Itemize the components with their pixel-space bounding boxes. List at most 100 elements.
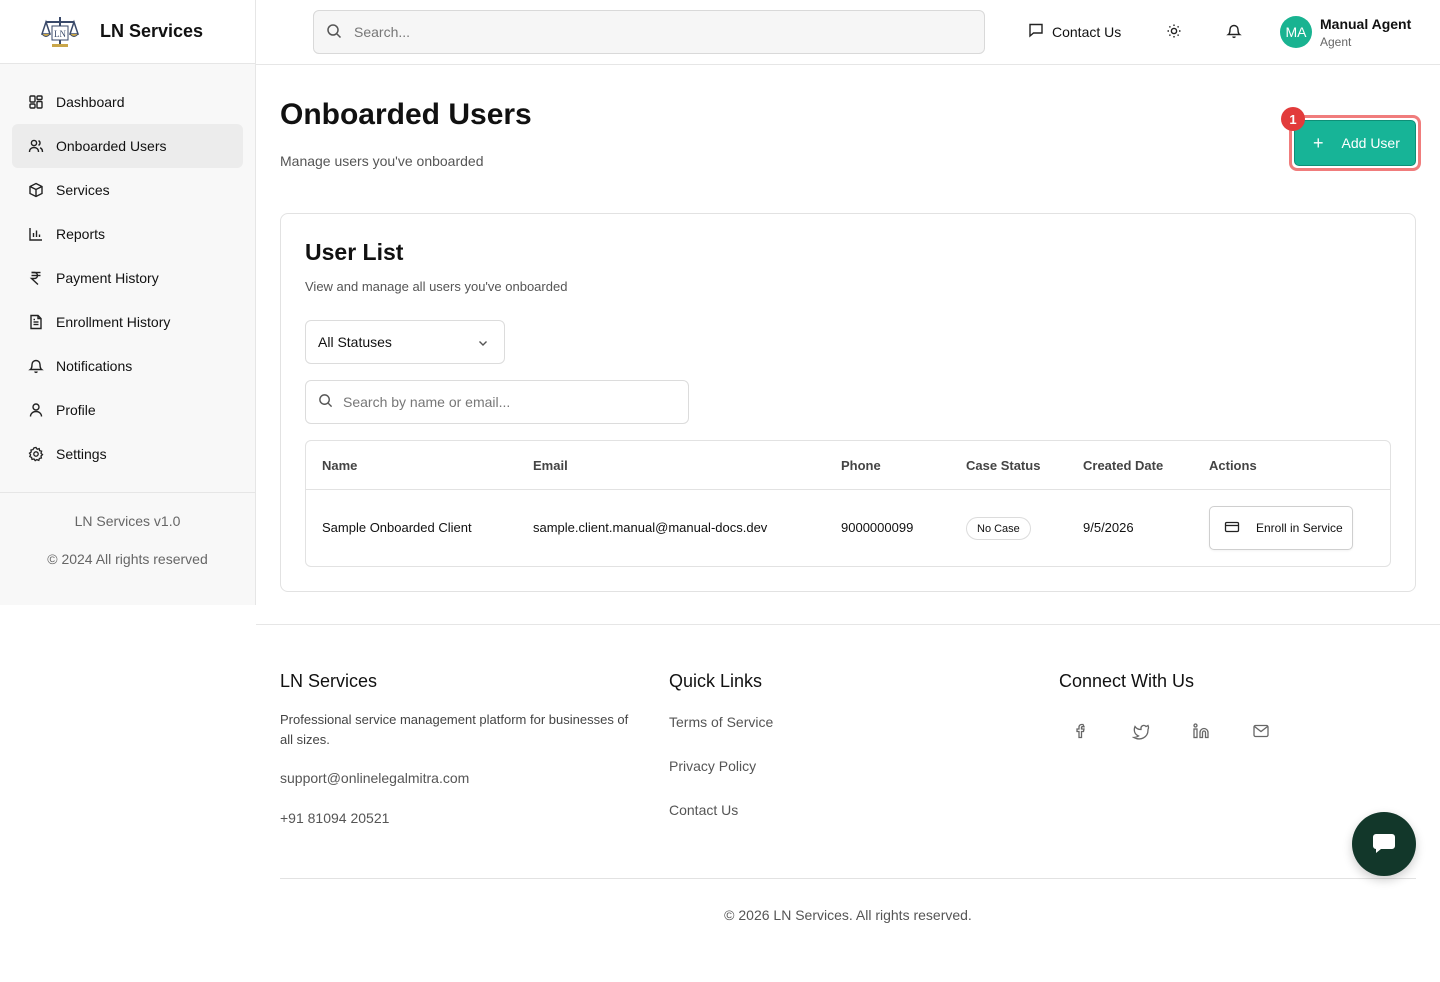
search-icon [318,393,333,411]
contact-link[interactable]: Contact Us [669,802,738,818]
column-header-case-status[interactable]: Case Status [966,458,1040,473]
sidebar-item-label: Dashboard [56,94,125,110]
sidebar-item-label: Reports [56,226,106,242]
footer-phone[interactable]: +91 81094 20521 [280,810,389,826]
chat-icon [1370,829,1398,860]
contact-us-label: Contact Us [1052,23,1122,40]
add-user-button[interactable]: + Add User [1294,120,1416,166]
add-user-highlight: + Add User [1289,115,1421,171]
chat-button[interactable] [1352,812,1416,876]
sidebar-item-label: Payment History [56,270,159,286]
version-text: LN Services v1.0 [74,513,181,529]
brand-name: LN Services [100,21,204,41]
user-icon [28,402,44,418]
sidebar-item-notifications[interactable]: Notifications [12,344,243,388]
avatar[interactable]: MA [1280,16,1312,48]
terms-link[interactable]: Terms of Service [669,714,773,730]
user-search[interactable] [305,380,689,424]
dashboard-icon [28,94,44,110]
cell-created-date: 9/5/2026 [1083,520,1134,535]
footer-description: Professional service management platform… [280,712,629,747]
bell-icon [1226,23,1242,42]
quick-links-title: Quick Links [669,671,763,691]
sidebar-item-label: Onboarded Users [56,138,167,154]
twitter-icon[interactable] [1131,721,1151,741]
status-badge: No Case [966,517,1031,540]
card-title: User List [305,239,404,265]
column-header-phone[interactable]: Phone [841,458,881,473]
cell-name: Sample Onboarded Client [322,520,472,535]
sidebar-item-dashboard[interactable]: Dashboard [12,80,243,124]
page-subtitle: Manage users you've onboarded [280,153,484,169]
column-header-name[interactable]: Name [322,458,357,473]
bell-icon [28,358,44,374]
sidebar-item-onboarded-users[interactable]: Onboarded Users [12,124,243,168]
bar-chart-icon [28,226,44,242]
linkedin-icon[interactable] [1191,721,1211,741]
sidebar-item-label: Enrollment History [56,314,171,330]
sidebar-item-settings[interactable]: Settings [12,432,243,476]
table-row[interactable]: Sample Onboarded Client sample.client.ma… [306,490,1390,566]
sidebar: LN LN Services Dashboard Onboarded Users… [0,0,256,605]
user-list-card: User List View and manage all users you'… [280,213,1416,592]
connect-title: Connect With Us [1059,671,1195,691]
users-icon [28,138,44,154]
search-input[interactable] [354,24,954,40]
brand[interactable]: LN LN Services [0,0,255,64]
footer-brand-title: LN Services [280,671,378,691]
enroll-label: Enroll in Service [1256,521,1343,535]
gear-icon [28,446,44,462]
notifications-button[interactable] [1224,22,1244,42]
card-subtitle: View and manage all users you've onboard… [305,279,568,294]
theme-toggle-button[interactable] [1164,22,1184,42]
footer-divider [280,878,1416,879]
sidebar-item-reports[interactable]: Reports [12,212,243,256]
sidebar-item-payment-history[interactable]: Payment History [12,256,243,300]
status-filter-value: All Statuses [318,334,392,350]
global-search[interactable] [313,10,985,54]
enroll-in-service-button[interactable]: Enroll in Service [1209,506,1353,550]
box-icon [28,182,44,198]
rupee-icon [28,270,44,286]
contact-us-button[interactable]: Contact Us [1028,22,1121,41]
column-header-created-date[interactable]: Created Date [1083,458,1163,473]
footer-email-link[interactable]: support@onlinelegalmitra.com [280,770,469,786]
user-name[interactable]: Manual Agent [1320,16,1411,32]
svg-text:LN: LN [54,29,66,39]
cell-phone: 9000000099 [841,520,914,535]
sidebar-item-profile[interactable]: Profile [12,388,243,432]
footer-copyright: © 2026 LN Services. All rights reserved. [724,907,972,923]
cell-email: sample.client.manual@manual-docs.dev [533,520,768,535]
sidebar-item-services[interactable]: Services [12,168,243,212]
user-role: Agent [1320,35,1352,49]
message-icon [1028,22,1052,41]
sidebar-copyright: © 2024 All rights reserved [47,551,208,567]
document-icon [28,314,44,330]
plus-icon: + [1313,133,1324,153]
user-search-input[interactable] [343,394,673,410]
site-footer: LN Services Professional service managem… [256,624,1440,982]
column-header-actions: Actions [1209,458,1257,473]
sidebar-item-label: Settings [56,446,107,462]
sun-icon [1166,23,1182,42]
privacy-link[interactable]: Privacy Policy [669,758,756,774]
credit-card-icon [1224,519,1256,538]
sidebar-item-label: Profile [56,402,96,418]
top-header: Contact Us MA Manual Agent Agent [256,0,1440,65]
sidebar-footer: LN Services v1.0 © 2024 All rights reser… [0,513,255,567]
sidebar-item-enrollment-history[interactable]: Enrollment History [12,300,243,344]
page-title: Onboarded Users [280,98,532,131]
search-icon [326,23,342,42]
scales-logo-icon: LN [40,14,80,50]
status-filter-select[interactable]: All Statuses [305,320,505,364]
facebook-icon[interactable] [1071,721,1091,741]
sidebar-item-label: Services [56,182,110,198]
mail-icon[interactable] [1251,721,1271,741]
add-user-label: Add User [1341,135,1400,151]
sidebar-nav: Dashboard Onboarded Users Services Repor… [0,64,255,493]
table-header: Name Email Phone Case Status Created Dat… [306,441,1390,490]
sidebar-item-label: Notifications [56,358,133,374]
users-table: Name Email Phone Case Status Created Dat… [305,440,1391,567]
step-badge: 1 [1281,107,1305,131]
column-header-email[interactable]: Email [533,458,568,473]
